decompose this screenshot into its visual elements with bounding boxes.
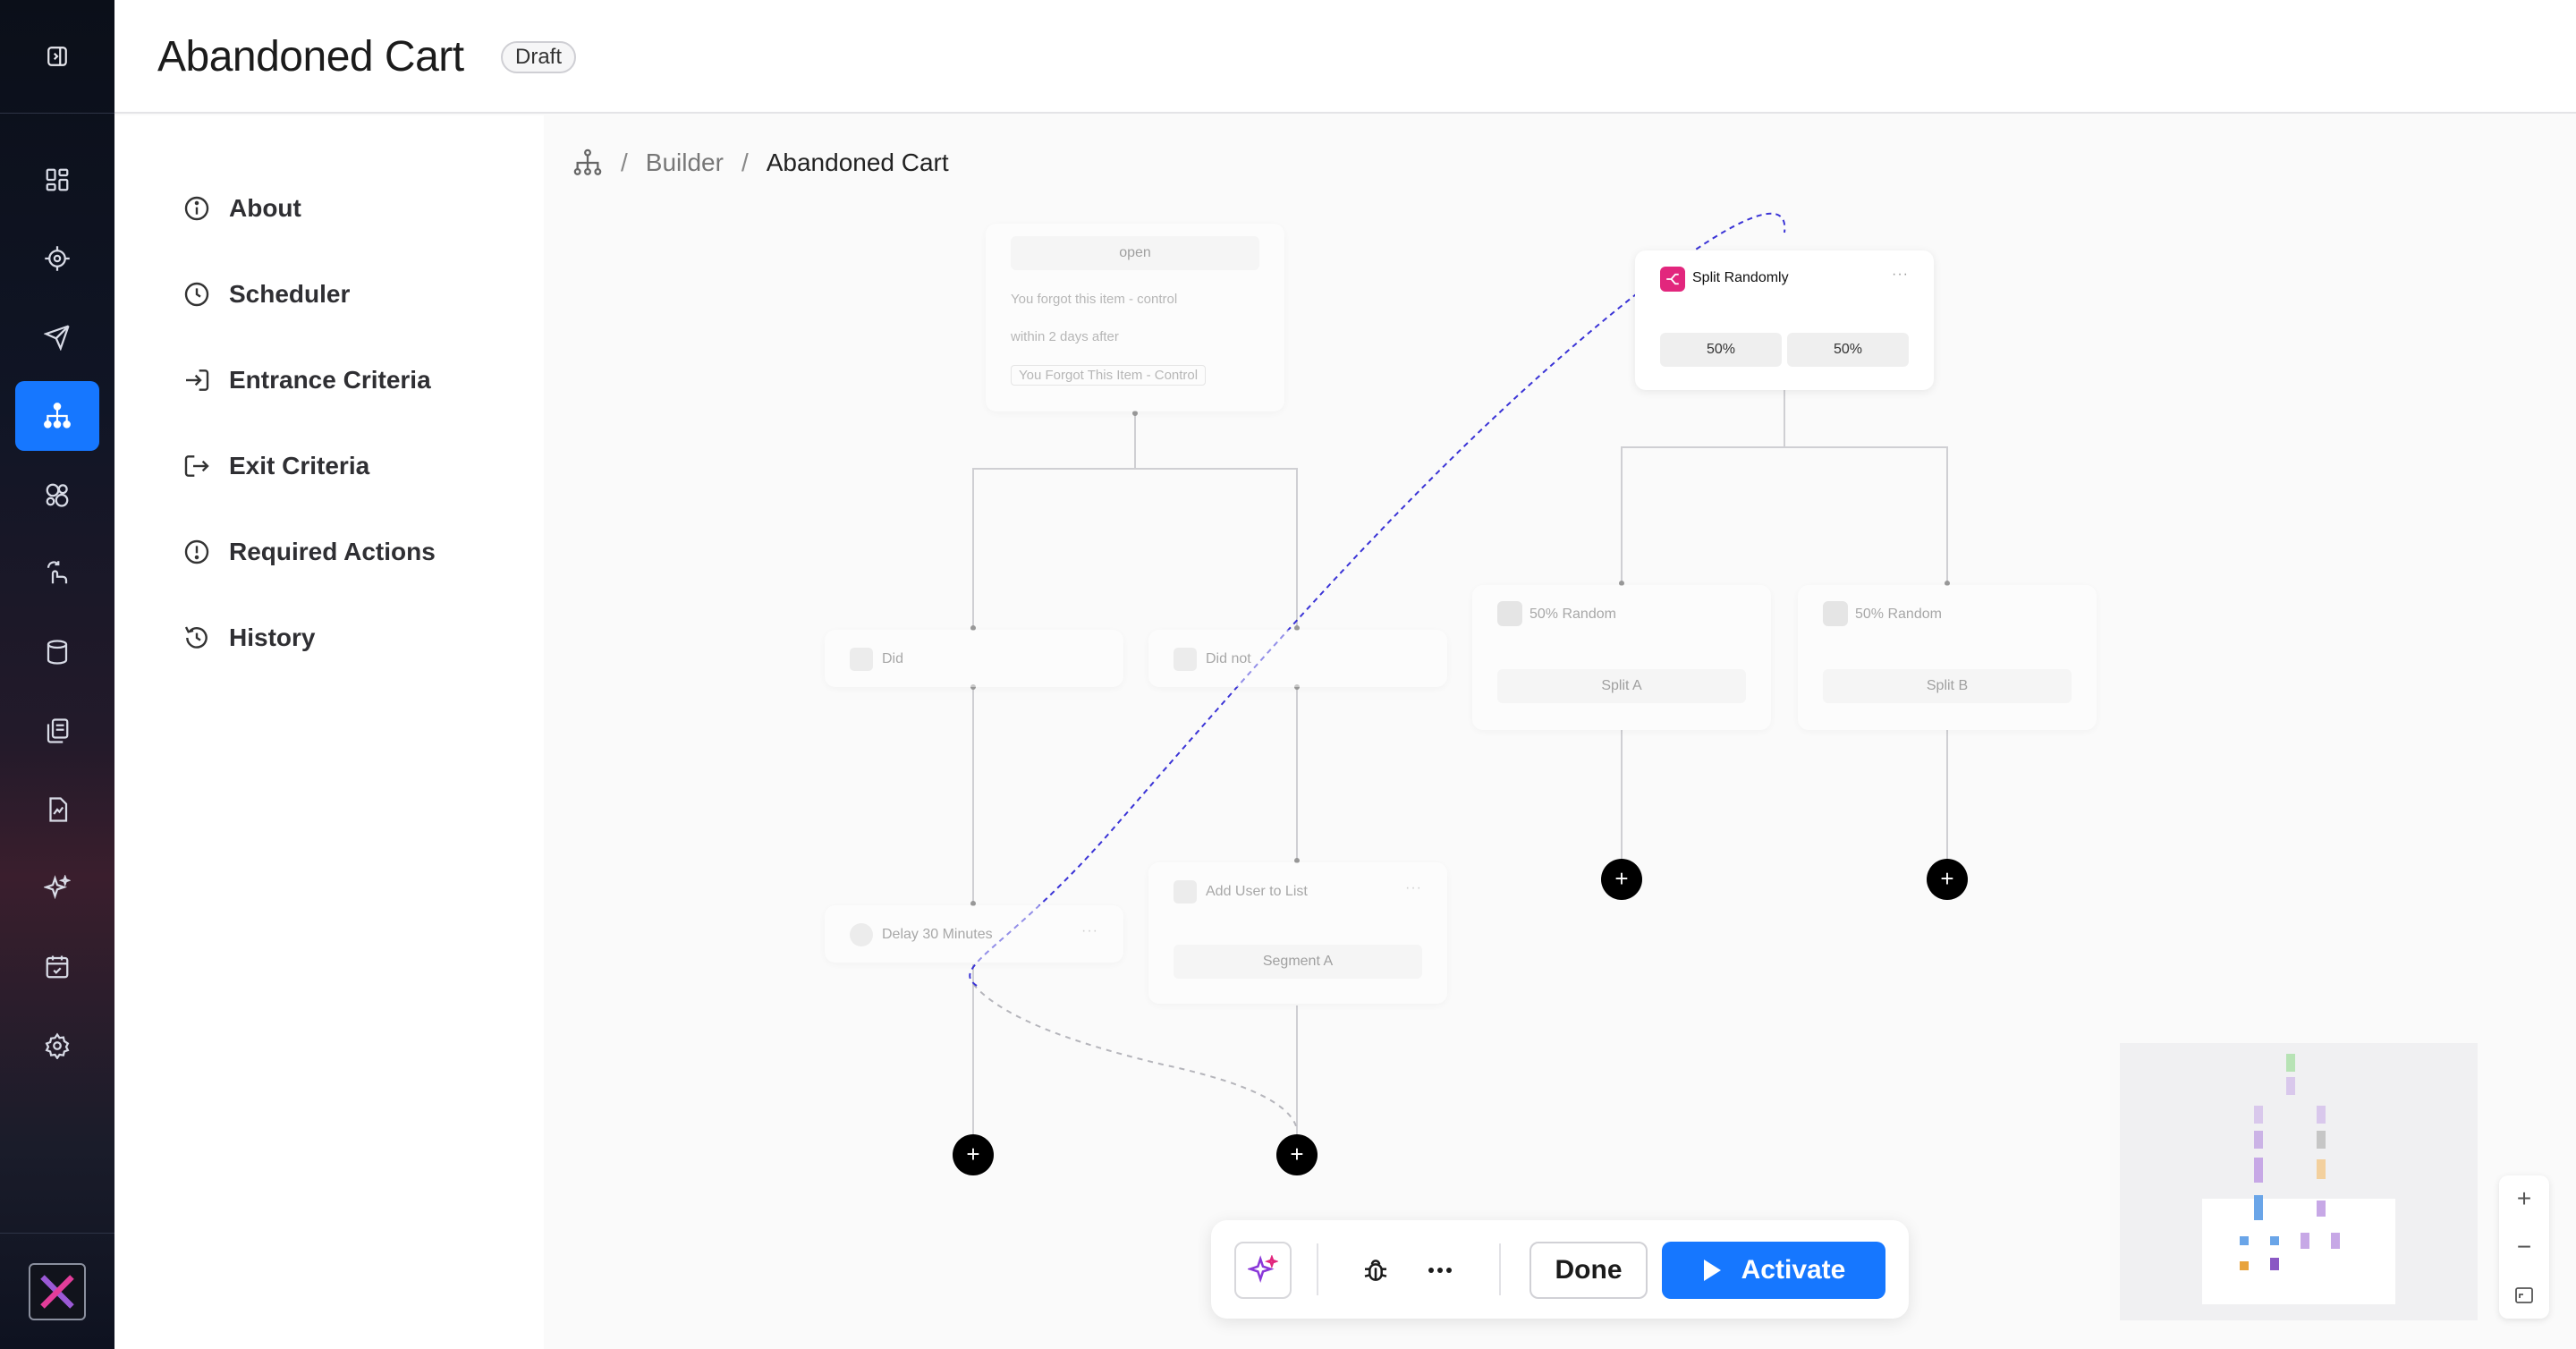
split-icon	[1497, 601, 1522, 626]
add-to-list-node[interactable]: Add User to List ··· Segment A	[1148, 862, 1447, 1004]
segment-pill: Segment A	[1174, 945, 1422, 979]
breadcrumb: / Builder / Abandoned Cart	[572, 143, 949, 182]
node-menu-button[interactable]: ···	[1405, 880, 1422, 896]
delay-node[interactable]: Delay 30 Minutes ···	[825, 905, 1123, 963]
breadcrumb-current: Abandoned Cart	[766, 148, 949, 176]
event-pill: open	[1011, 236, 1259, 270]
event-node[interactable]: open You forgot this item - control with…	[986, 224, 1284, 411]
activate-label: Activate	[1741, 1255, 1846, 1285]
play-icon	[1703, 1260, 1721, 1281]
zoom-out-button[interactable]: −	[2499, 1224, 2549, 1270]
branch-icon	[1174, 648, 1197, 671]
split-icon	[1823, 601, 1848, 626]
node-menu-button[interactable]: ···	[1892, 267, 1909, 283]
random-b-title: 50% Random	[1855, 607, 1942, 622]
breadcrumb-builder[interactable]: Builder	[646, 148, 724, 177]
clock-icon	[850, 923, 873, 946]
breadcrumb-separator: /	[621, 148, 628, 176]
did-not-label: Did not	[1206, 651, 1251, 666]
debug-button[interactable]	[1358, 1252, 1394, 1288]
did-node[interactable]: Did	[825, 630, 1123, 687]
minimap-viewport	[2202, 1199, 2395, 1304]
split-icon	[1660, 267, 1685, 292]
event-template-tag: You Forgot This Item - Control	[1011, 365, 1207, 386]
random-b-node[interactable]: 50% Random Split B	[1798, 585, 2097, 730]
activate-button[interactable]: Activate	[1662, 1242, 1885, 1299]
minimap[interactable]	[2120, 1043, 2478, 1320]
did-not-node[interactable]: Did not	[1148, 630, 1447, 687]
toolbar-divider	[1499, 1243, 1501, 1295]
add-to-list-title: Add User to List	[1206, 884, 1308, 899]
random-a-node[interactable]: 50% Random Split A	[1472, 585, 1771, 730]
fit-view-icon	[2515, 1287, 2533, 1303]
more-options-button[interactable]	[1422, 1252, 1458, 1288]
sparkle-icon	[1248, 1255, 1278, 1283]
builder-toolbar: Done Activate	[1211, 1220, 1909, 1319]
split-percent-a: 50%	[1660, 333, 1782, 367]
zoom-controls: + −	[2499, 1175, 2549, 1319]
fit-view-button[interactable]	[2499, 1272, 2549, 1319]
breadcrumb-separator: /	[741, 148, 749, 176]
add-step-button[interactable]: +	[1927, 859, 1968, 900]
toolbar-divider	[1317, 1243, 1318, 1295]
add-step-button[interactable]: +	[953, 1134, 994, 1175]
zoom-in-button[interactable]: +	[2499, 1175, 2549, 1222]
split-a-label: Split A	[1497, 669, 1746, 703]
event-window: within 2 days after	[1011, 329, 1119, 344]
split-percent-b: 50%	[1787, 333, 1909, 367]
delay-label: Delay 30 Minutes	[882, 927, 993, 942]
event-message: You forgot this item - control	[1011, 292, 1178, 307]
did-label: Did	[882, 651, 904, 666]
list-icon	[1174, 880, 1197, 904]
add-step-button[interactable]: +	[1276, 1134, 1318, 1175]
more-horizontal-icon	[1428, 1268, 1452, 1273]
journey-icon	[573, 148, 602, 175]
random-a-title: 50% Random	[1530, 607, 1616, 622]
node-menu-button[interactable]: ···	[1081, 923, 1098, 939]
split-title: Split Randomly	[1692, 270, 1789, 285]
split-randomly-node[interactable]: Split Randomly ··· 50% 50%	[1635, 250, 1934, 390]
branch-icon	[850, 648, 873, 671]
done-button[interactable]: Done	[1530, 1242, 1648, 1299]
ai-assist-button[interactable]	[1234, 1242, 1292, 1299]
bug-icon	[1364, 1260, 1387, 1281]
split-b-label: Split B	[1823, 669, 2072, 703]
add-step-button[interactable]: +	[1601, 859, 1642, 900]
